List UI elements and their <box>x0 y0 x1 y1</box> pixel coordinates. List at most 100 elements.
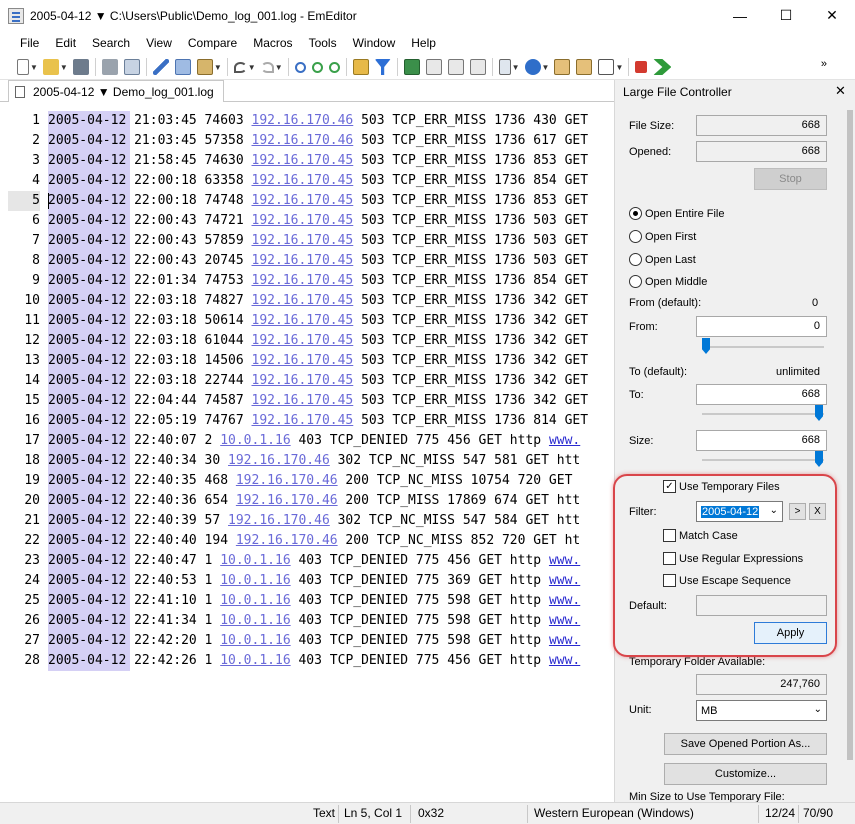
editor-line[interactable]: 272005-04-12 22:42:20 1 10.0.1.16 403 TC… <box>8 631 610 651</box>
print-preview-icon[interactable] <box>124 59 140 75</box>
line-text[interactable]: 2005-04-12 22:40:53 1 10.0.1.16 403 TCP_… <box>48 571 580 591</box>
line-text[interactable]: 2005-04-12 22:40:35 468 192.16.170.46 20… <box>48 471 572 491</box>
editor-line[interactable]: 282005-04-12 22:42:26 1 10.0.1.16 403 TC… <box>8 651 610 671</box>
editor-line[interactable]: 82005-04-12 22:00:43 20745 192.16.170.45… <box>8 251 610 271</box>
ip-address-link[interactable]: 10.0.1.16 <box>220 573 290 588</box>
url-link[interactable]: www. <box>549 433 580 448</box>
ip-address-link[interactable]: 10.0.1.16 <box>220 433 290 448</box>
find-icon[interactable] <box>295 62 306 73</box>
chevron-down-icon[interactable]: ⌄ <box>814 704 822 715</box>
line-text[interactable]: 2005-04-12 22:40:07 2 10.0.1.16 403 TCP_… <box>48 431 580 451</box>
ip-address-link[interactable]: 192.16.170.45 <box>252 293 354 308</box>
line-text[interactable]: 2005-04-12 22:03:18 74827 192.16.170.45 … <box>48 291 588 311</box>
filter-clear-button[interactable]: X <box>809 503 826 520</box>
line-text[interactable]: 2005-04-12 22:05:19 74767 192.16.170.45 … <box>48 411 588 431</box>
stop-button[interactable]: Stop <box>754 168 827 190</box>
ip-address-link[interactable]: 10.0.1.16 <box>220 553 290 568</box>
checklist-icon[interactable] <box>598 59 614 75</box>
ip-address-link[interactable]: 192.16.170.45 <box>252 273 354 288</box>
menu-view[interactable]: View <box>138 33 180 53</box>
run-macro-icon[interactable] <box>653 59 671 75</box>
editor-line[interactable]: 262005-04-12 22:41:34 1 10.0.1.16 403 TC… <box>8 611 610 631</box>
ip-address-link[interactable]: 192.16.170.45 <box>252 233 354 248</box>
line-text[interactable]: 2005-04-12 22:00:43 57859 192.16.170.45 … <box>48 231 588 251</box>
unit-select[interactable]: MB ⌄ <box>696 700 827 721</box>
line-text[interactable]: 2005-04-12 22:03:18 22744 192.16.170.45 … <box>48 371 588 391</box>
line-text[interactable]: 2005-04-12 22:40:36 654 192.16.170.46 20… <box>48 491 580 511</box>
chevron-down-icon[interactable]: ▼ <box>542 63 550 72</box>
panel-close-icon[interactable]: ✕ <box>835 83 846 99</box>
ip-address-link[interactable]: 192.16.170.45 <box>252 373 354 388</box>
status-encoding[interactable]: Western European (Windows) <box>534 806 694 820</box>
editor-line[interactable]: 12005-04-12 21:03:45 74603 192.16.170.46… <box>8 111 610 131</box>
close-window-button[interactable]: ✕ <box>809 0 855 31</box>
use-regex-checkbox[interactable]: Use Regular Expressions <box>663 552 803 565</box>
copy-icon[interactable] <box>175 59 191 75</box>
line-text[interactable]: 2005-04-12 22:00:18 63358 192.16.170.45 … <box>48 171 588 191</box>
ip-address-link[interactable]: 192.16.170.45 <box>252 313 354 328</box>
editor-line[interactable]: 192005-04-12 22:40:35 468 192.16.170.46 … <box>8 471 610 491</box>
editor-line[interactable]: 252005-04-12 22:41:10 1 10.0.1.16 403 TC… <box>8 591 610 611</box>
chevron-down-icon[interactable]: ⌄ <box>770 505 778 516</box>
editor-line[interactable]: 142005-04-12 22:03:18 22744 192.16.170.4… <box>8 371 610 391</box>
menu-edit[interactable]: Edit <box>47 33 84 53</box>
menu-help[interactable]: Help <box>403 33 444 53</box>
editor-line[interactable]: 242005-04-12 22:40:53 1 10.0.1.16 403 TC… <box>8 571 610 591</box>
save-opened-portion-button[interactable]: Save Opened Portion As... <box>664 733 827 755</box>
redo-icon[interactable] <box>261 62 274 73</box>
line-text[interactable]: 2005-04-12 22:40:40 194 192.16.170.46 20… <box>48 531 580 551</box>
plugins-icon[interactable] <box>554 59 570 75</box>
line-text[interactable]: 2005-04-12 22:00:43 74721 192.16.170.45 … <box>48 211 588 231</box>
filter-input-value[interactable]: 2005-04-12 <box>701 506 759 518</box>
line-text[interactable]: 2005-04-12 22:40:39 57 192.16.170.46 302… <box>48 511 580 531</box>
default-input[interactable] <box>696 595 827 616</box>
wrap-by-page-icon[interactable] <box>470 59 486 75</box>
line-text[interactable]: 2005-04-12 22:41:34 1 10.0.1.16 403 TCP_… <box>48 611 580 631</box>
find-previous-icon[interactable] <box>329 62 340 73</box>
chevron-down-icon[interactable]: ▼ <box>275 63 283 72</box>
editor-line[interactable]: 132005-04-12 22:03:18 14506 192.16.170.4… <box>8 351 610 371</box>
editor-line[interactable]: 222005-04-12 22:40:40 194 192.16.170.46 … <box>8 531 610 551</box>
line-text[interactable]: 2005-04-12 22:03:18 14506 192.16.170.45 … <box>48 351 588 371</box>
find-next-icon[interactable] <box>312 62 323 73</box>
maximize-button[interactable]: ☐ <box>763 0 809 31</box>
line-text[interactable]: 2005-04-12 22:40:34 30 192.16.170.46 302… <box>48 451 580 471</box>
chevron-down-icon[interactable]: ▼ <box>248 63 256 72</box>
menu-macros[interactable]: Macros <box>245 33 300 53</box>
line-text[interactable]: 2005-04-12 22:03:18 50614 192.16.170.45 … <box>48 311 588 331</box>
editor-line[interactable]: 32005-04-12 21:58:45 74630 192.16.170.45… <box>8 151 610 171</box>
open-folder-icon[interactable] <box>43 59 59 75</box>
open-middle-radio[interactable]: Open Middle <box>629 275 707 288</box>
customize-plugins-icon[interactable] <box>576 59 592 75</box>
menu-file[interactable]: File <box>12 33 47 53</box>
to-slider[interactable] <box>702 405 824 423</box>
status-position[interactable]: Ln 5, Col 1 <box>344 806 402 820</box>
line-text[interactable]: 2005-04-12 22:41:10 1 10.0.1.16 403 TCP_… <box>48 591 580 611</box>
editor-line[interactable]: 62005-04-12 22:00:43 74721 192.16.170.45… <box>8 211 610 231</box>
url-link[interactable]: www. <box>549 613 580 628</box>
line-text[interactable]: 2005-04-12 22:00:43 20745 192.16.170.45 … <box>48 251 588 271</box>
slider-thumb[interactable] <box>815 405 823 421</box>
editor-line[interactable]: 152005-04-12 22:04:44 74587 192.16.170.4… <box>8 391 610 411</box>
ip-address-link[interactable]: 10.0.1.16 <box>220 653 290 668</box>
url-link[interactable]: www. <box>549 593 580 608</box>
ip-address-link[interactable]: 192.16.170.45 <box>252 193 354 208</box>
ip-address-link[interactable]: 192.16.170.45 <box>252 393 354 408</box>
wrap-by-window-icon[interactable] <box>448 59 464 75</box>
line-text[interactable]: 2005-04-12 22:03:18 61044 192.16.170.45 … <box>48 331 588 351</box>
line-text[interactable]: 2005-04-12 21:03:45 57358 192.16.170.46 … <box>48 131 588 151</box>
editor-line[interactable]: 52005-04-12 22:00:18 74748 192.16.170.45… <box>8 191 610 211</box>
from-input[interactable]: 0 <box>696 316 827 337</box>
filter-next-button[interactable]: > <box>789 503 806 520</box>
scrollbar-thumb[interactable] <box>847 110 853 760</box>
tab-demo-log[interactable]: 2005-04-12 ▼ Demo_log_001.log <box>8 80 224 102</box>
paste-icon[interactable] <box>197 59 213 75</box>
line-text[interactable]: 2005-04-12 22:40:47 1 10.0.1.16 403 TCP_… <box>48 551 580 571</box>
editor-line[interactable]: 102005-04-12 22:03:18 74827 192.16.170.4… <box>8 291 610 311</box>
chevron-down-icon[interactable]: ▼ <box>615 63 623 72</box>
filter-combobox[interactable]: 2005-04-12 ⌄ <box>696 501 783 522</box>
panel-scrollbar[interactable] <box>845 100 855 790</box>
new-file-icon[interactable] <box>17 59 29 75</box>
stop-macro-icon[interactable] <box>635 61 647 73</box>
word-wrap-icon[interactable] <box>404 59 420 75</box>
